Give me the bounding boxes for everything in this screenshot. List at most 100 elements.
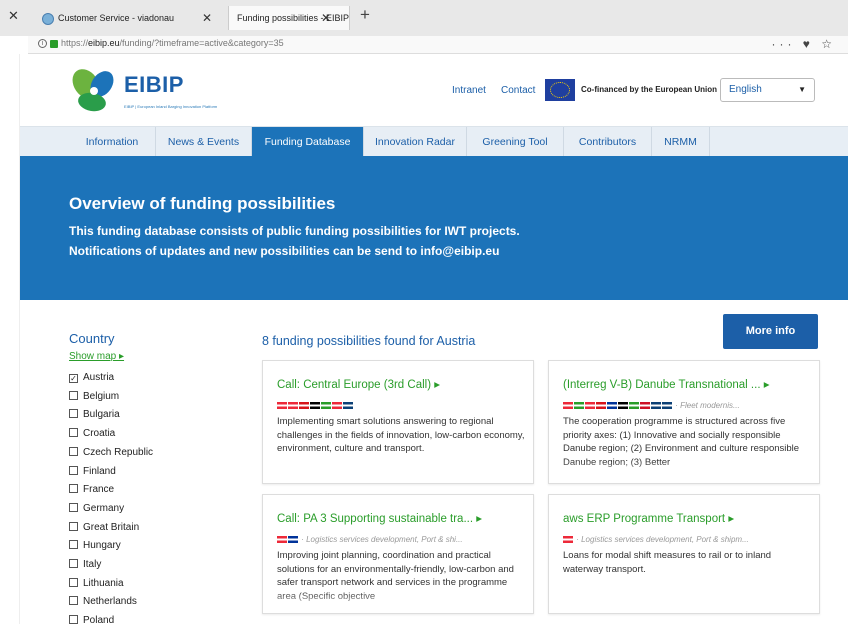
more-info-button[interactable]: More info [723, 314, 818, 349]
url-text[interactable]: i https://eibip.eu/funding/?timeframe=act… [38, 38, 284, 49]
country-checkbox-item[interactable]: Hungary [69, 540, 121, 551]
checkbox-icon[interactable] [69, 577, 78, 587]
country-checkbox-item[interactable]: Italy [69, 559, 101, 570]
country-flag-icon [585, 402, 595, 410]
nav-greening-tool[interactable]: Greening Tool [467, 127, 564, 157]
country-label: Austria [83, 372, 115, 383]
nav-funding-database[interactable]: Funding Database [252, 127, 364, 157]
country-label: Finland [83, 465, 116, 477]
checkbox-icon[interactable] [69, 465, 78, 475]
nav-contributors[interactable]: Contributors [564, 127, 652, 157]
country-checkbox-item[interactable]: Bulgaria [69, 409, 120, 420]
eu-flag-icon [545, 79, 575, 101]
contact-link[interactable]: Contact [501, 85, 535, 96]
funding-card[interactable]: (Interreg V-B) Danube Transnational ... … [548, 360, 820, 484]
card-description: Loans for modal shift measures to rail o… [563, 550, 772, 575]
nav-news-events[interactable]: News & Events [156, 127, 252, 157]
card-title[interactable]: (Interreg V-B) Danube Transnational ... … [563, 377, 813, 391]
country-flag-icon [596, 402, 606, 410]
checkbox-icon[interactable] [69, 502, 78, 512]
country-checkbox-item[interactable]: Czech Republic [69, 446, 154, 458]
nav-information[interactable]: Information [69, 127, 156, 157]
tab-close-icon[interactable]: ✕ [202, 8, 212, 28]
card-flags: · Logistics services development, Port &… [277, 535, 527, 545]
eibip-logo[interactable]: EIBIP EIBIP | European Inland Barging In… [68, 64, 268, 116]
hero-line-1: This funding database consists of public… [69, 224, 520, 238]
country-label: Poland [83, 615, 115, 624]
new-tab-button[interactable]: + [360, 5, 370, 25]
country-filter-title: Country [69, 331, 115, 346]
checkbox-icon[interactable] [69, 615, 78, 624]
checkbox-icon[interactable] [69, 596, 78, 606]
browser-window: ✕ Customer Service - viadonau ✕ Funding … [0, 0, 848, 624]
card-title[interactable]: aws ERP Programme Transport ▸ [563, 511, 813, 525]
funding-card[interactable]: aws ERP Programme Transport ▸ · Logistic… [548, 494, 820, 614]
country-label: Italy [83, 559, 102, 570]
checkbox-icon[interactable] [69, 390, 78, 400]
checkbox-icon[interactable] [69, 540, 78, 550]
country-label: France [83, 484, 115, 496]
logo-name: EIBIP [124, 72, 184, 97]
country-checkbox-item[interactable]: Netherlands [69, 596, 137, 607]
country-flag-icon [662, 402, 672, 410]
checkbox-icon[interactable] [69, 446, 78, 456]
country-label: Germany [83, 502, 125, 514]
show-map-link[interactable]: Show map ▸ [69, 351, 124, 362]
viadonau-favicon-icon [42, 12, 54, 25]
country-checkbox-item[interactable]: Belgium [69, 390, 120, 402]
country-label: Belgium [83, 390, 120, 402]
intranet-link[interactable]: Intranet [452, 85, 486, 96]
card-title[interactable]: Call: PA 3 Supporting sustainable tra...… [277, 511, 527, 525]
cofinanced-text: Co-financed by the European Union [581, 85, 718, 94]
page-title: Overview of funding possibilities [69, 194, 336, 213]
checkbox-icon[interactable] [69, 409, 78, 419]
country-checkbox-item[interactable]: France [69, 484, 114, 495]
country-label: Hungary [83, 540, 121, 552]
checkbox-icon[interactable] [69, 559, 78, 568]
country-checkbox-item[interactable]: Great Britain [69, 521, 140, 533]
country-label: Czech Republic [83, 446, 154, 458]
language-select[interactable]: English ▼ [720, 78, 815, 102]
country-checkbox-item[interactable]: Poland [69, 615, 114, 624]
site-header: EIBIP EIBIP | European Inland Barging In… [20, 54, 848, 126]
funding-card[interactable]: Call: PA 3 Supporting sustainable tra...… [262, 494, 534, 614]
checkbox-icon[interactable] [69, 521, 78, 531]
country-checkbox-item[interactable]: Lithuania [69, 577, 124, 589]
tab-label: Funding possibilities - EIBIP [237, 13, 350, 23]
hero-line-2: Notifications of updates and new possibi… [69, 244, 500, 258]
tab-customer-service[interactable]: Customer Service - viadonau ✕ [42, 8, 222, 28]
country-checkbox-item[interactable]: ✓ Austria [69, 372, 114, 383]
tab-label: Customer Service - viadonau [58, 13, 175, 23]
logo-subtitle: EIBIP | European Inland Barging Innovati… [124, 104, 218, 109]
country-label: Croatia [83, 428, 116, 440]
country-flag-icon [563, 402, 573, 410]
checkbox-icon[interactable] [69, 428, 78, 438]
country-flag-icon [277, 402, 287, 410]
country-flag-icon [288, 536, 298, 544]
card-title[interactable]: Call: Central Europe (3rd Call) ▸ [277, 377, 527, 391]
tab-close-icon[interactable]: ✕ [321, 6, 331, 30]
info-icon[interactable]: i [38, 39, 47, 49]
window-close-icon[interactable]: ✕ [8, 8, 19, 24]
lock-icon [50, 39, 58, 48]
country-flag-icon [640, 402, 650, 410]
country-checkbox-item[interactable]: Croatia [69, 428, 115, 439]
country-checkbox-item[interactable]: Germany [69, 502, 125, 514]
funding-card[interactable]: Call: Central Europe (3rd Call) ▸ Implem… [262, 360, 534, 484]
checkbox-icon[interactable] [69, 484, 78, 494]
nav-nrmm[interactable]: NRMM [652, 127, 710, 157]
country-flag-icon [651, 402, 661, 410]
results-count: 8 funding possibilities found for Austri… [262, 334, 476, 348]
country-label: Lithuania [83, 577, 124, 589]
tab-funding-possibilities[interactable]: Funding possibilities - EIBIP ✕ [228, 6, 350, 30]
card-flags: · Logistics services development, Port &… [563, 535, 813, 545]
country-flag-icon [277, 536, 287, 544]
address-bar[interactable]: i https://eibip.eu/funding/?timeframe=act… [28, 36, 848, 54]
country-label: Great Britain [83, 521, 140, 533]
nav-innovation-radar[interactable]: Innovation Radar [364, 127, 467, 157]
country-flag-icon [629, 402, 639, 410]
page-actions-icon[interactable]: ··· ♥ ☆ [771, 37, 836, 51]
country-checkbox-item[interactable]: Finland [69, 465, 116, 477]
country-flag-icon [618, 402, 628, 410]
checkbox-checked-icon[interactable]: ✓ [69, 374, 78, 383]
